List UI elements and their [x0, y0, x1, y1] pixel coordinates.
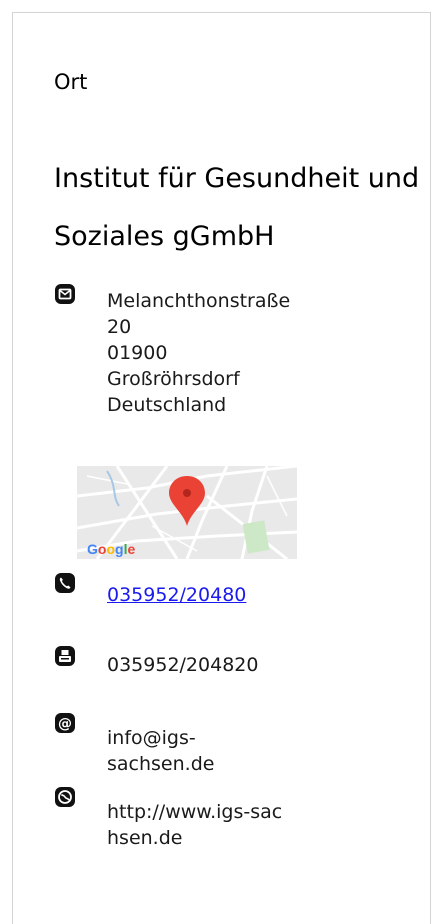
svg-text:@: @: [58, 716, 72, 732]
mail-icon: [55, 284, 75, 304]
organization-name: Institut für Gesundheit und Soziales gGm…: [54, 150, 419, 266]
website-line-1: http://www.igs-sac: [107, 801, 283, 823]
address-street: Melanchthonstraße: [107, 290, 291, 312]
address-zip: 01900: [107, 342, 168, 364]
section-label: Ort: [54, 70, 88, 94]
address-number: 20: [107, 316, 132, 338]
map-attribution: Google: [87, 541, 135, 557]
map-thumbnail[interactable]: Google: [77, 466, 297, 559]
phone-icon: [55, 573, 75, 593]
address-text: Melanchthonstraße 20 01900 Großröhrsdorf…: [107, 288, 290, 418]
organization-name-line-2: Soziales gGmbH: [54, 221, 275, 252]
website-line-2: hsen.de: [107, 827, 183, 849]
email-line-1: info@igs-: [107, 727, 196, 749]
address-city: Großröhrsdorf: [107, 368, 240, 390]
fax-number: 035952/204820: [107, 654, 259, 676]
website-text: http://www.igs-sac hsen.de: [107, 799, 282, 851]
fax-icon: [55, 646, 75, 666]
at-icon: @: [55, 713, 75, 733]
organization-name-line-1: Institut für Gesundheit und: [54, 163, 420, 194]
map-graphic: Google: [77, 466, 297, 559]
email-line-2: sachsen.de: [107, 753, 215, 775]
email-text: info@igs- sachsen.de: [107, 725, 214, 777]
phone-link[interactable]: 035952/20480: [107, 582, 246, 608]
address-country: Deutschland: [107, 394, 227, 416]
globe-icon: [55, 787, 75, 807]
